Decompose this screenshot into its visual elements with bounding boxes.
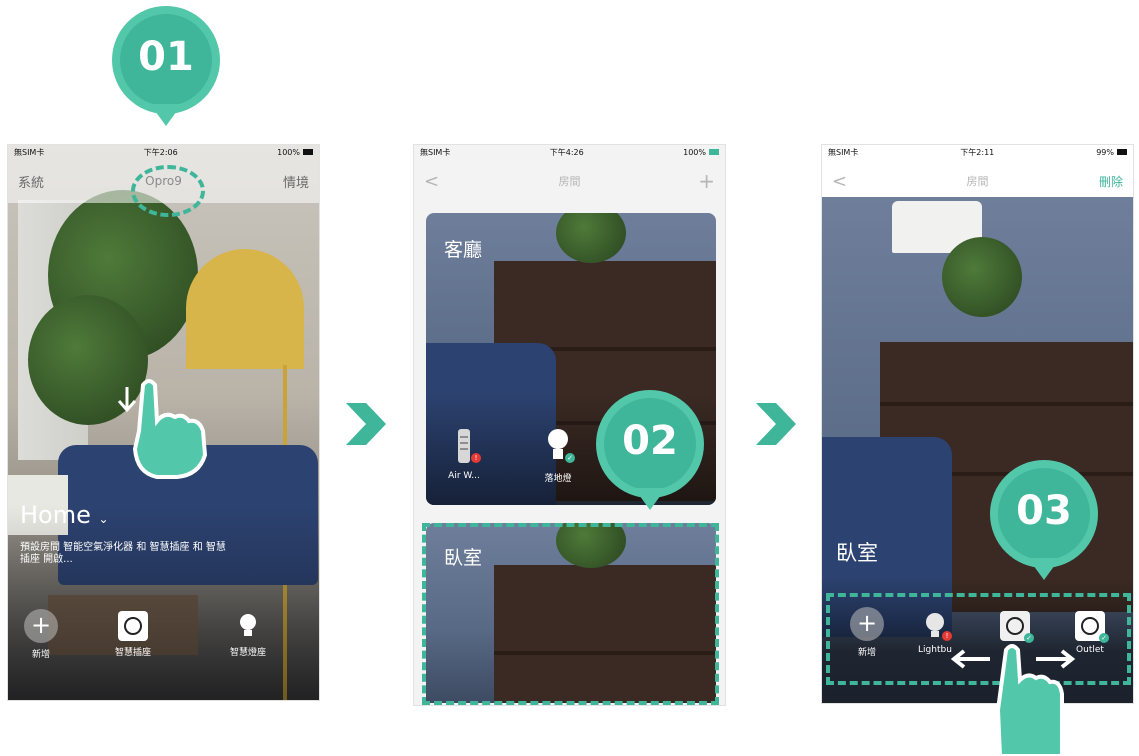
page-title: 房間 [966,175,989,188]
highlight-circle [131,165,205,217]
device-smart-outlet[interactable]: 智慧插座 [103,611,163,658]
status-bar: 無SIM卡 下午4:26 100% [414,145,725,159]
nav-bar: < + 房間 [414,159,725,203]
battery-text: 99% [1096,148,1127,157]
bulb-icon: ✓ [543,427,575,463]
system-button[interactable]: 系統 [18,172,44,191]
step-01-label: 01 [138,34,194,80]
step-03-label: 03 [1016,488,1072,534]
bulb-icon [233,611,263,641]
back-button[interactable]: < [424,171,439,192]
home-description-line-1: 預設房間 智能空氣淨化器 和 智慧插座 和 智慧 [20,542,226,553]
time-text: 下午2:06 [143,147,178,157]
back-button[interactable]: < [832,171,847,192]
carrier-text: 無SIM卡 [420,147,451,157]
device-floor-lamp[interactable]: ✓ 落地燈 [530,427,586,484]
check-badge-icon: ✓ [565,453,575,463]
plus-icon: + [24,609,58,643]
step-02-label: 02 [622,418,678,464]
error-badge-icon: ! [471,453,481,463]
battery-text: 100% [277,148,313,157]
air-purifier-icon: ! [449,427,481,463]
add-room-button[interactable]: + [698,169,715,193]
room-name: 客廳 [444,239,483,261]
time-text: 下午4:26 [549,147,584,157]
phone-screen-home: 無SIM卡 下午2:06 100% 系統 情境 Opro9 Home ⌄ 預設房… [8,145,319,700]
home-title[interactable]: Home ⌄ [20,501,109,529]
battery-icon [303,149,313,155]
carrier-text: 無SIM卡 [14,147,45,157]
device-smart-bulb[interactable]: 智慧燈座 [218,611,278,658]
add-device-button[interactable]: + 新增 [16,609,66,660]
battery-icon [709,149,719,155]
phone-screen-room-detail: 無SIM卡 下午2:11 99% < 刪除 房間 臥室 + 新增 ! Light… [822,145,1133,703]
home-description: 預設房間 智能空氣淨化器 和 智慧插座 和 智慧 插座 開啟... [20,542,310,566]
carrier-text: 無SIM卡 [828,147,859,157]
home-title-text: Home [20,501,91,529]
outlet-icon [118,611,148,641]
home-description-line-2: 插座 開啟... [20,554,73,565]
device-air-purifier[interactable]: ! Air W... [436,427,492,481]
highlight-frame [826,593,1131,685]
room-name: 臥室 [836,541,878,565]
delete-button[interactable]: 刪除 [1099,173,1123,190]
chevron-down-icon: ⌄ [98,512,109,526]
device-label: Air W... [448,471,480,481]
device-label: 落地燈 [544,474,572,484]
drag-hand-icon [995,644,1064,756]
chevron-right-icon [756,403,796,445]
status-bar: 無SIM卡 下午2:11 99% [822,145,1133,159]
add-device-label: 新增 [31,650,50,660]
time-text: 下午2:11 [960,147,995,157]
chevron-right-icon [346,403,386,445]
battery-text: 100% [683,148,719,157]
page-title: 房間 [558,175,581,188]
device-label: 智慧燈座 [229,648,266,658]
tap-hand-icon [117,379,208,479]
highlight-frame [422,523,719,705]
scene-button[interactable]: 情境 [283,172,309,191]
battery-icon [1117,149,1127,155]
status-bar: 無SIM卡 下午2:06 100% [8,145,319,159]
device-label: 智慧插座 [114,648,151,658]
